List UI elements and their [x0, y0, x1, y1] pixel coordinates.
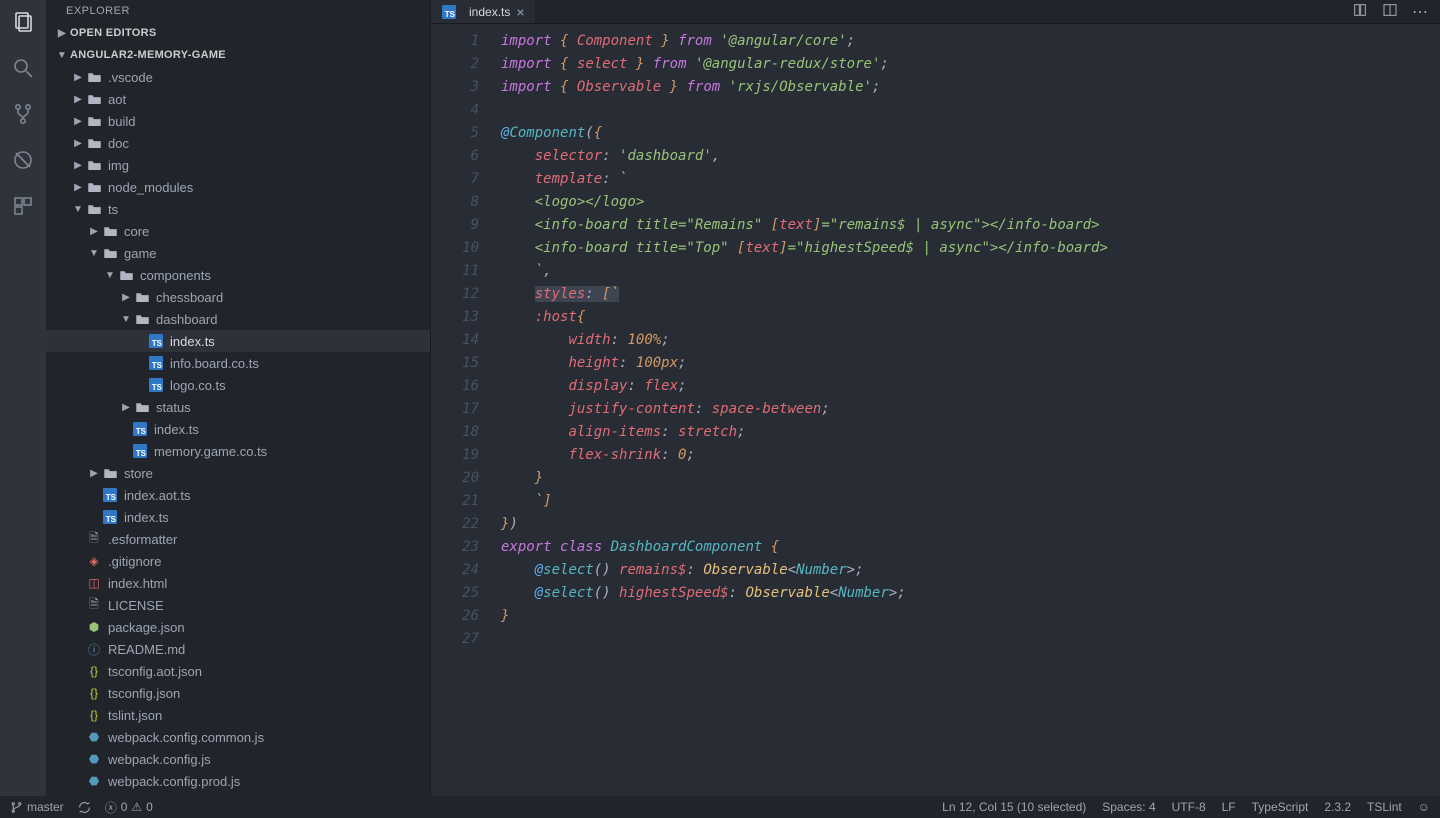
- folder-vscode[interactable]: ▶.vscode: [46, 66, 430, 88]
- folder-dashboard[interactable]: ▼dashboard: [46, 308, 430, 330]
- file-webpack-common[interactable]: ⬣webpack.config.common.js: [46, 726, 430, 748]
- language-mode[interactable]: TypeScript: [1252, 800, 1309, 814]
- debug-icon[interactable]: [9, 146, 37, 174]
- file-esformatter[interactable]: 🗎.esformatter: [46, 528, 430, 550]
- editor-area: TS index.ts × ⋯ 123456789101112131415161…: [431, 0, 1440, 796]
- project-section[interactable]: ▼ ANGULAR2-MEMORY-GAME: [46, 44, 430, 66]
- code-editor[interactable]: import { Component } from '@angular/core…: [497, 24, 1440, 796]
- problems[interactable]: ⓧ0 ⚠0: [105, 799, 153, 816]
- more-icon[interactable]: ⋯: [1412, 2, 1428, 22]
- file-ts-index[interactable]: TSindex.ts: [46, 506, 430, 528]
- file-webpack-prod[interactable]: ⬣webpack.config.prod.js: [46, 770, 430, 792]
- indentation[interactable]: Spaces: 4: [1102, 800, 1155, 814]
- file-tsconfig-aot[interactable]: {}tsconfig.aot.json: [46, 660, 430, 682]
- folder-doc[interactable]: ▶doc: [46, 132, 430, 154]
- split-editor-icon[interactable]: [1382, 2, 1398, 21]
- file-readme[interactable]: ⓘREADME.md: [46, 638, 430, 660]
- sync-icon[interactable]: [78, 801, 91, 814]
- feedback-icon[interactable]: ☺: [1418, 800, 1430, 814]
- file-tree: ▶ OPEN EDITORS ▼ ANGULAR2-MEMORY-GAME ▶.…: [46, 22, 430, 796]
- tab-bar: TS index.ts × ⋯: [431, 0, 1440, 24]
- extensions-icon[interactable]: [9, 192, 37, 220]
- encoding[interactable]: UTF-8: [1172, 800, 1206, 814]
- folder-status[interactable]: ▶status: [46, 396, 430, 418]
- file-memory-game[interactable]: TSmemory.game.co.ts: [46, 440, 430, 462]
- file-gitignore[interactable]: ◈.gitignore: [46, 550, 430, 572]
- folder-aot[interactable]: ▶aot: [46, 88, 430, 110]
- file-tslint[interactable]: {}tslint.json: [46, 704, 430, 726]
- explorer-panel: EXPLORER ▶ OPEN EDITORS ▼ ANGULAR2-MEMOR…: [46, 0, 431, 796]
- folder-game[interactable]: ▼game: [46, 242, 430, 264]
- cursor-position[interactable]: Ln 12, Col 15 (10 selected): [942, 800, 1086, 814]
- typescript-version[interactable]: 2.3.2: [1324, 800, 1351, 814]
- activity-bar: [0, 0, 46, 796]
- file-license[interactable]: 🗎LICENSE: [46, 594, 430, 616]
- file-webpack-config[interactable]: ⬣webpack.config.js: [46, 748, 430, 770]
- file-logo[interactable]: TSlogo.co.ts: [46, 374, 430, 396]
- file-infoboard[interactable]: TSinfo.board.co.ts: [46, 352, 430, 374]
- folder-store[interactable]: ▶store: [46, 462, 430, 484]
- eol[interactable]: LF: [1222, 800, 1236, 814]
- search-icon[interactable]: [9, 54, 37, 82]
- file-tsconfig[interactable]: {}tsconfig.json: [46, 682, 430, 704]
- status-bar: master ⓧ0 ⚠0 Ln 12, Col 15 (10 selected)…: [0, 796, 1440, 818]
- git-branch[interactable]: master: [10, 800, 64, 814]
- chevron-right-icon: ▶: [56, 28, 68, 39]
- git-icon[interactable]: [9, 100, 37, 128]
- open-changes-icon[interactable]: [1352, 2, 1368, 21]
- file-index-html[interactable]: ◫index.html: [46, 572, 430, 594]
- tslint-status[interactable]: TSLint: [1367, 800, 1402, 814]
- explorer-title: EXPLORER: [46, 0, 430, 22]
- file-dashboard-index[interactable]: TSindex.ts: [46, 330, 430, 352]
- folder-img[interactable]: ▶img: [46, 154, 430, 176]
- folder-core[interactable]: ▶core: [46, 220, 430, 242]
- folder-ts[interactable]: ▼ts: [46, 198, 430, 220]
- tab-label: index.ts: [469, 5, 510, 19]
- file-index-aot[interactable]: TSindex.aot.ts: [46, 484, 430, 506]
- chevron-down-icon: ▼: [56, 50, 68, 61]
- line-numbers: 1234567891011121314151617181920212223242…: [431, 24, 497, 796]
- folder-node-modules[interactable]: ▶node_modules: [46, 176, 430, 198]
- explorer-icon[interactable]: [9, 8, 37, 36]
- tab-index-ts[interactable]: TS index.ts ×: [431, 0, 535, 23]
- folder-components[interactable]: ▼components: [46, 264, 430, 286]
- folder-build[interactable]: ▶build: [46, 110, 430, 132]
- file-game-index[interactable]: TSindex.ts: [46, 418, 430, 440]
- file-package-json[interactable]: ⬢package.json: [46, 616, 430, 638]
- open-editors-section[interactable]: ▶ OPEN EDITORS: [46, 22, 430, 44]
- folder-chessboard[interactable]: ▶chessboard: [46, 286, 430, 308]
- close-icon[interactable]: ×: [516, 4, 524, 20]
